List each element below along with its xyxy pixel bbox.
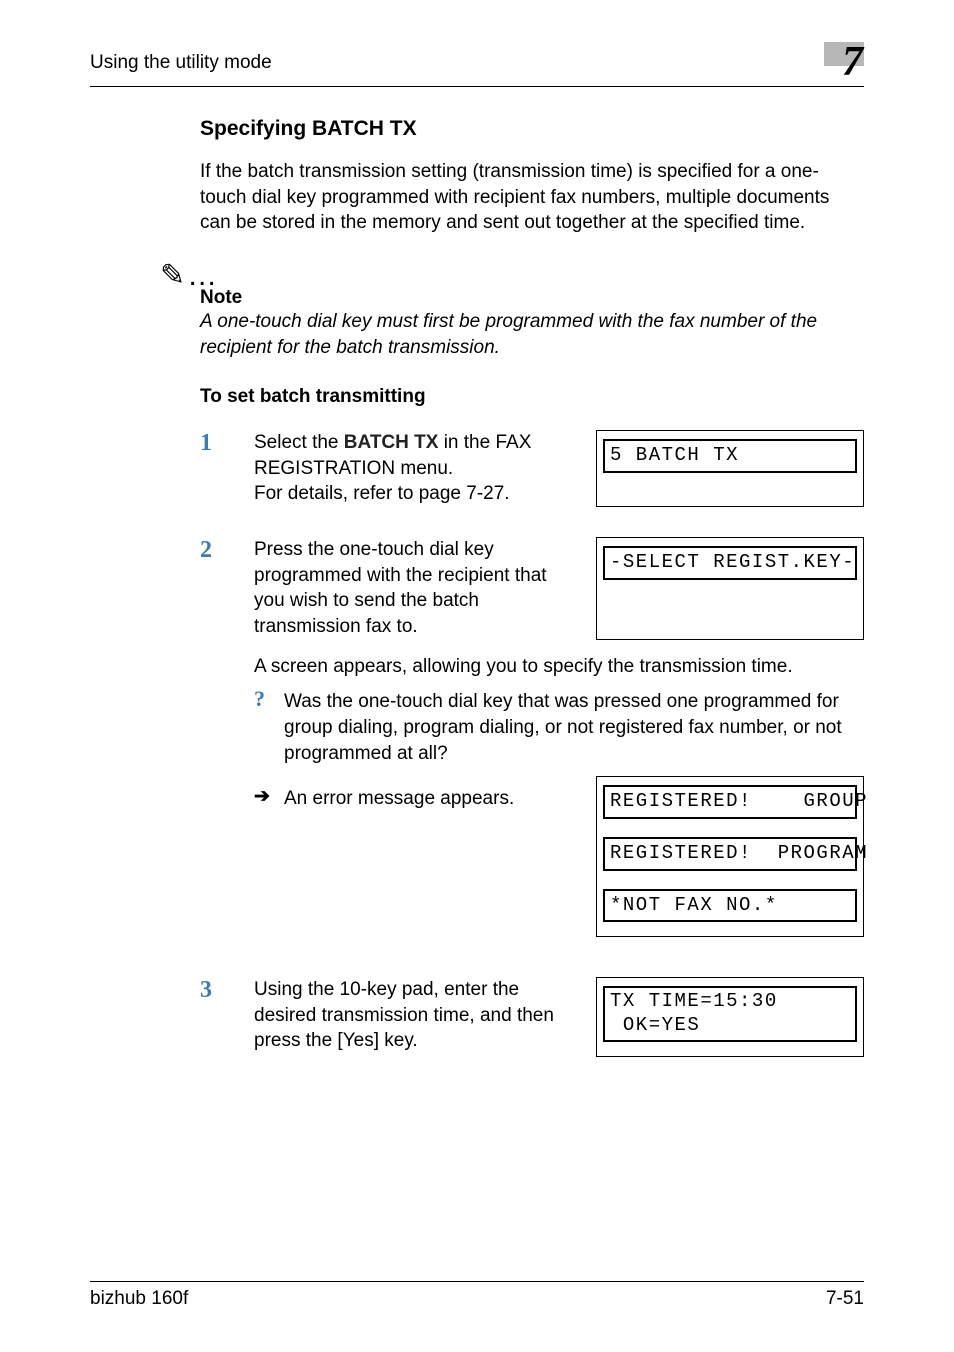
- step1-line2: For details, refer to page 7-27.: [254, 483, 510, 504]
- step1-text-before: Select the: [254, 432, 344, 453]
- note-text: A one-touch dial key must first be progr…: [200, 309, 864, 360]
- step-number: 1: [200, 430, 254, 455]
- step-number: 3: [200, 977, 254, 1002]
- step-text: Select the BATCH TX in the FAX REGISTRAT…: [254, 430, 578, 507]
- step1-bold: BATCH TX: [344, 432, 439, 453]
- lcd-error-display: REGISTERED! GROUP REGISTERED! PROGRAM *N…: [596, 776, 864, 937]
- procedure-title: To set batch transmitting: [200, 386, 864, 408]
- lcd-two-row: TX TIME=15:30 OK=YES: [603, 986, 857, 1042]
- step-text: Using the 10-key pad, enter the desired …: [254, 977, 578, 1057]
- lcd-line: 5 BATCH TX: [603, 439, 857, 473]
- step-number: 2: [200, 537, 254, 562]
- step-1: 1 Select the BATCH TX in the FAX REGISTR…: [200, 430, 864, 507]
- content-area: Specifying BATCH TX If the batch transmi…: [90, 87, 864, 1057]
- lcd-line: REGISTERED! PROGRAM: [603, 837, 857, 871]
- section-title: Specifying BATCH TX: [200, 117, 864, 141]
- section-intro: If the batch transmission setting (trans…: [200, 159, 864, 236]
- step-text: Press the one-touch dial key programmed …: [254, 537, 578, 640]
- answer-row: ➔ An error message appears.: [254, 786, 578, 812]
- chapter-marker: 7: [814, 42, 864, 84]
- chapter-number: 7: [842, 38, 863, 86]
- step-3: 3 Using the 10-key pad, enter the desire…: [200, 977, 864, 1057]
- lcd-display: TX TIME=15:30 OK=YES: [596, 977, 864, 1057]
- footer-page: 7-51: [826, 1288, 864, 1310]
- step2-after: A screen appears, allowing you to specif…: [254, 654, 864, 680]
- lcd-display: 5 BATCH TX: [596, 430, 864, 507]
- question-text: Was the one-touch dial key that was pres…: [284, 689, 864, 766]
- page-header: Using the utility mode 7: [90, 42, 864, 87]
- lcd-line: -SELECT REGIST.KEY-: [603, 546, 857, 580]
- step-2: 2 Press the one-touch dial key programme…: [200, 537, 864, 937]
- lcd-display: -SELECT REGIST.KEY-: [596, 537, 864, 640]
- lcd-line: *NOT FAX NO.*: [603, 889, 857, 923]
- note-label: Note: [200, 287, 864, 309]
- arrow-icon: ➔: [254, 786, 276, 809]
- question-row: ? Was the one-touch dial key that was pr…: [254, 689, 864, 766]
- page-footer: bizhub 160f 7-51: [90, 1281, 864, 1310]
- question-icon: ?: [254, 688, 276, 710]
- footer-product: bizhub 160f: [90, 1288, 188, 1310]
- answer-text: An error message appears.: [284, 786, 578, 812]
- running-head: Using the utility mode: [90, 42, 272, 74]
- lcd-line: REGISTERED! GROUP: [603, 785, 857, 819]
